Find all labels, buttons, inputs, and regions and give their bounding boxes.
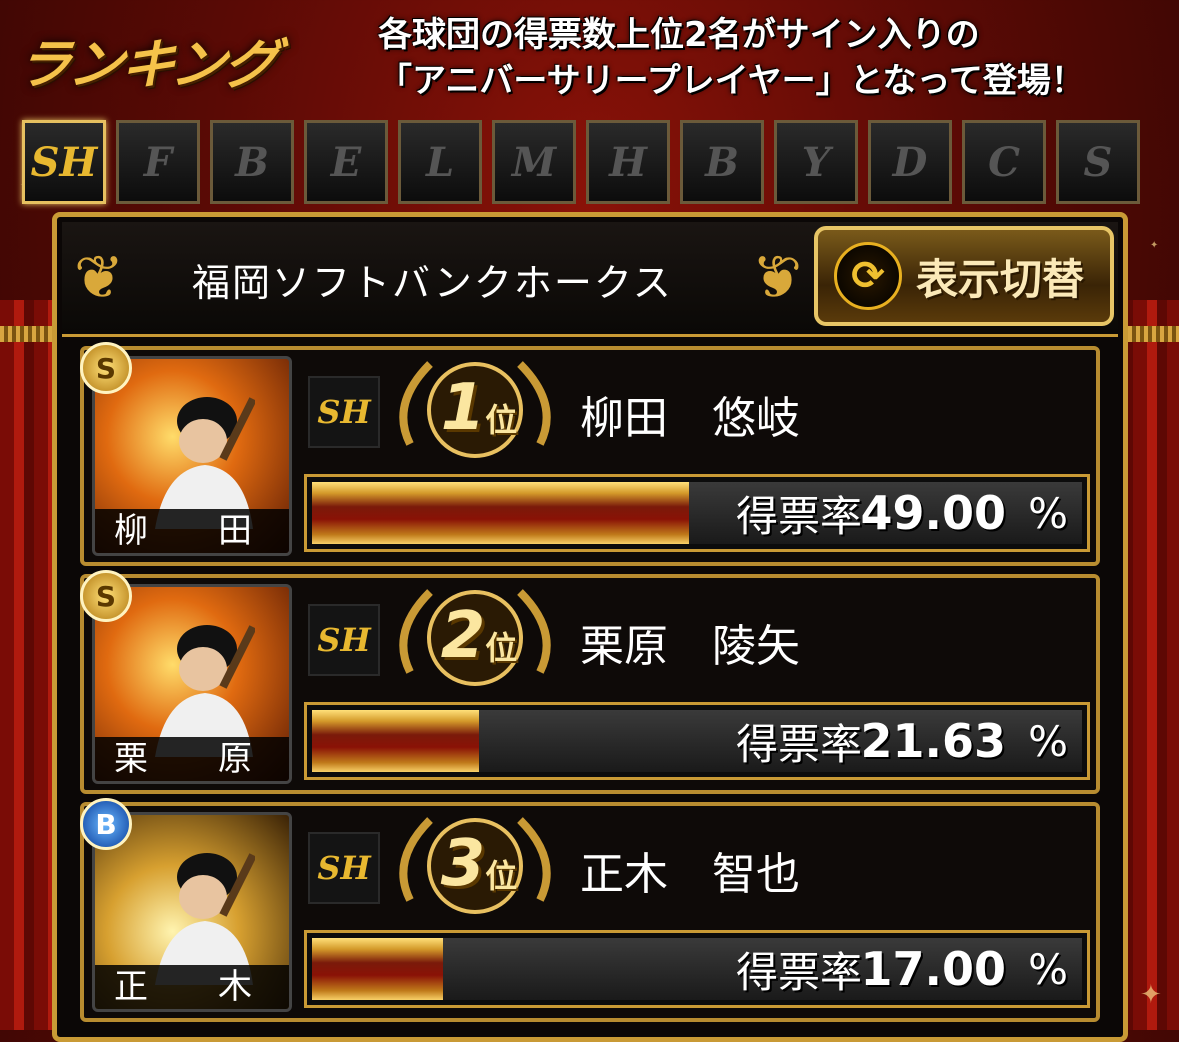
tab-team-tigers[interactable]: H (586, 120, 670, 204)
ranking-row[interactable]: 栗 原 S SH 2 位 栗原 陵矢 得票率 21.63 % (80, 570, 1100, 794)
rank-number: 3 (440, 827, 486, 901)
card-player-name: 正 木 (95, 965, 289, 1009)
rank-suffix: 位 (485, 401, 518, 439)
rank-label: 1 位 (424, 368, 534, 448)
vote-rate-label: 得票率 (735, 719, 862, 769)
player-name: 正木 智也 (580, 849, 800, 900)
team-logo-icon: C (988, 138, 1020, 186)
rank-suffix: 位 (485, 629, 518, 667)
team-logo-icon: S (1083, 138, 1113, 186)
vote-rate-bar: 得票率 49.00 % (304, 474, 1090, 552)
vote-rate-track: 得票率 49.00 % (312, 482, 1082, 544)
tab-team-giants[interactable]: Y (774, 120, 858, 204)
player-name: 柳田 悠岐 (580, 393, 800, 444)
player-name: 栗原 陵矢 (580, 621, 800, 672)
team-logo-icon: D (892, 138, 928, 186)
tab-team-buffaloes[interactable]: B (210, 120, 294, 204)
player-portrait-icon (155, 853, 255, 985)
rank-number: 1 (440, 371, 486, 445)
team-logo-icon: SH (308, 832, 380, 904)
team-logo-icon: L (425, 138, 455, 186)
vote-rate-bar: 得票率 17.00 % (304, 930, 1090, 1008)
tab-team-softbank[interactable]: SH (22, 120, 106, 204)
team-logo-icon: Y (801, 138, 831, 186)
vote-rate-value: 17.00 (860, 942, 1006, 996)
card-player-name: 柳 田 (95, 509, 289, 553)
team-name: 福岡ソフトバンクホークス (192, 261, 673, 305)
team-logo-icon: SH (308, 604, 380, 676)
tab-team-baystars[interactable]: B (680, 120, 764, 204)
team-header: ❦ 福岡ソフトバンクホークス ❦ ⟳ 表示切替 (62, 222, 1118, 337)
vote-rate-bar: 得票率 21.63 % (304, 702, 1090, 780)
sparkle-icon: ✦ (1150, 240, 1159, 251)
tab-team-eagles[interactable]: E (304, 120, 388, 204)
page-title: ランキング (12, 32, 281, 96)
player-portrait-icon (155, 625, 255, 757)
rarity-badge: S (80, 570, 132, 622)
player-portrait-icon (155, 397, 255, 529)
tab-team-dragons[interactable]: D (868, 120, 952, 204)
tab-team-carp[interactable]: C (962, 120, 1046, 204)
event-notice: 各球団の得票数上位2名がサイン入りの 「アニバーサリープレイヤー」となって登場！ (378, 12, 1168, 104)
switch-button-label: 表示切替 (916, 254, 1085, 304)
rarity-badge: S (80, 342, 132, 394)
vote-rate-value: 21.63 (860, 714, 1006, 768)
team-logo-icon: B (235, 138, 269, 186)
team-logo-icon: M (511, 138, 557, 186)
laurel-right-icon: ❦ (751, 243, 803, 313)
team-logo-icon: B (705, 138, 739, 186)
vote-rate-unit: % (1028, 944, 1068, 994)
vote-rate-fill (312, 938, 443, 1000)
notice-line-2: 「アニバーサリープレイヤー」となって登場！ (378, 61, 1085, 101)
sparkle-icon: ✦ (1140, 980, 1162, 1010)
vote-rate-fill (312, 710, 479, 772)
vote-rate-unit: % (1028, 716, 1068, 766)
rank-suffix: 位 (485, 857, 518, 895)
team-logo-icon: H (609, 138, 647, 186)
rank-number: 2 (440, 599, 486, 673)
display-switch-button[interactable]: ⟳ 表示切替 (814, 226, 1114, 326)
rank-label: 3 位 (424, 824, 534, 904)
vote-rate-track: 得票率 17.00 % (312, 938, 1082, 1000)
card-player-name: 栗 原 (95, 737, 289, 781)
rarity-badge: B (80, 798, 132, 850)
vote-rate-track: 得票率 21.63 % (312, 710, 1082, 772)
vote-rate-value: 49.00 (860, 486, 1006, 540)
vote-rate-label: 得票率 (735, 947, 862, 997)
team-logo-icon: SH (308, 376, 380, 448)
vote-rate-unit: % (1028, 488, 1068, 538)
team-tabs: SH F B E L M H B Y D C S (22, 120, 1140, 208)
refresh-icon: ⟳ (834, 242, 902, 310)
vote-rate-label: 得票率 (735, 491, 862, 541)
ranking-row[interactable]: 柳 田 S SH 1 位 柳田 悠岐 得票率 49.00 % (80, 342, 1100, 566)
notice-line-1: 各球団の得票数上位2名がサイン入りの (378, 15, 980, 55)
tab-team-fighters[interactable]: F (116, 120, 200, 204)
team-logo-icon: SH (30, 138, 98, 186)
vote-rate-fill (312, 482, 690, 544)
tab-team-lions[interactable]: L (398, 120, 482, 204)
team-logo-icon: E (330, 138, 362, 186)
team-logo-icon: F (143, 138, 173, 186)
laurel-left-icon: ❦ (73, 243, 125, 313)
rank-label: 2 位 (424, 596, 534, 676)
tab-team-swallows[interactable]: S (1056, 120, 1140, 204)
tab-team-marines[interactable]: M (492, 120, 576, 204)
ranking-row[interactable]: 正 木 B SH 3 位 正木 智也 得票率 17.00 % (80, 798, 1100, 1022)
